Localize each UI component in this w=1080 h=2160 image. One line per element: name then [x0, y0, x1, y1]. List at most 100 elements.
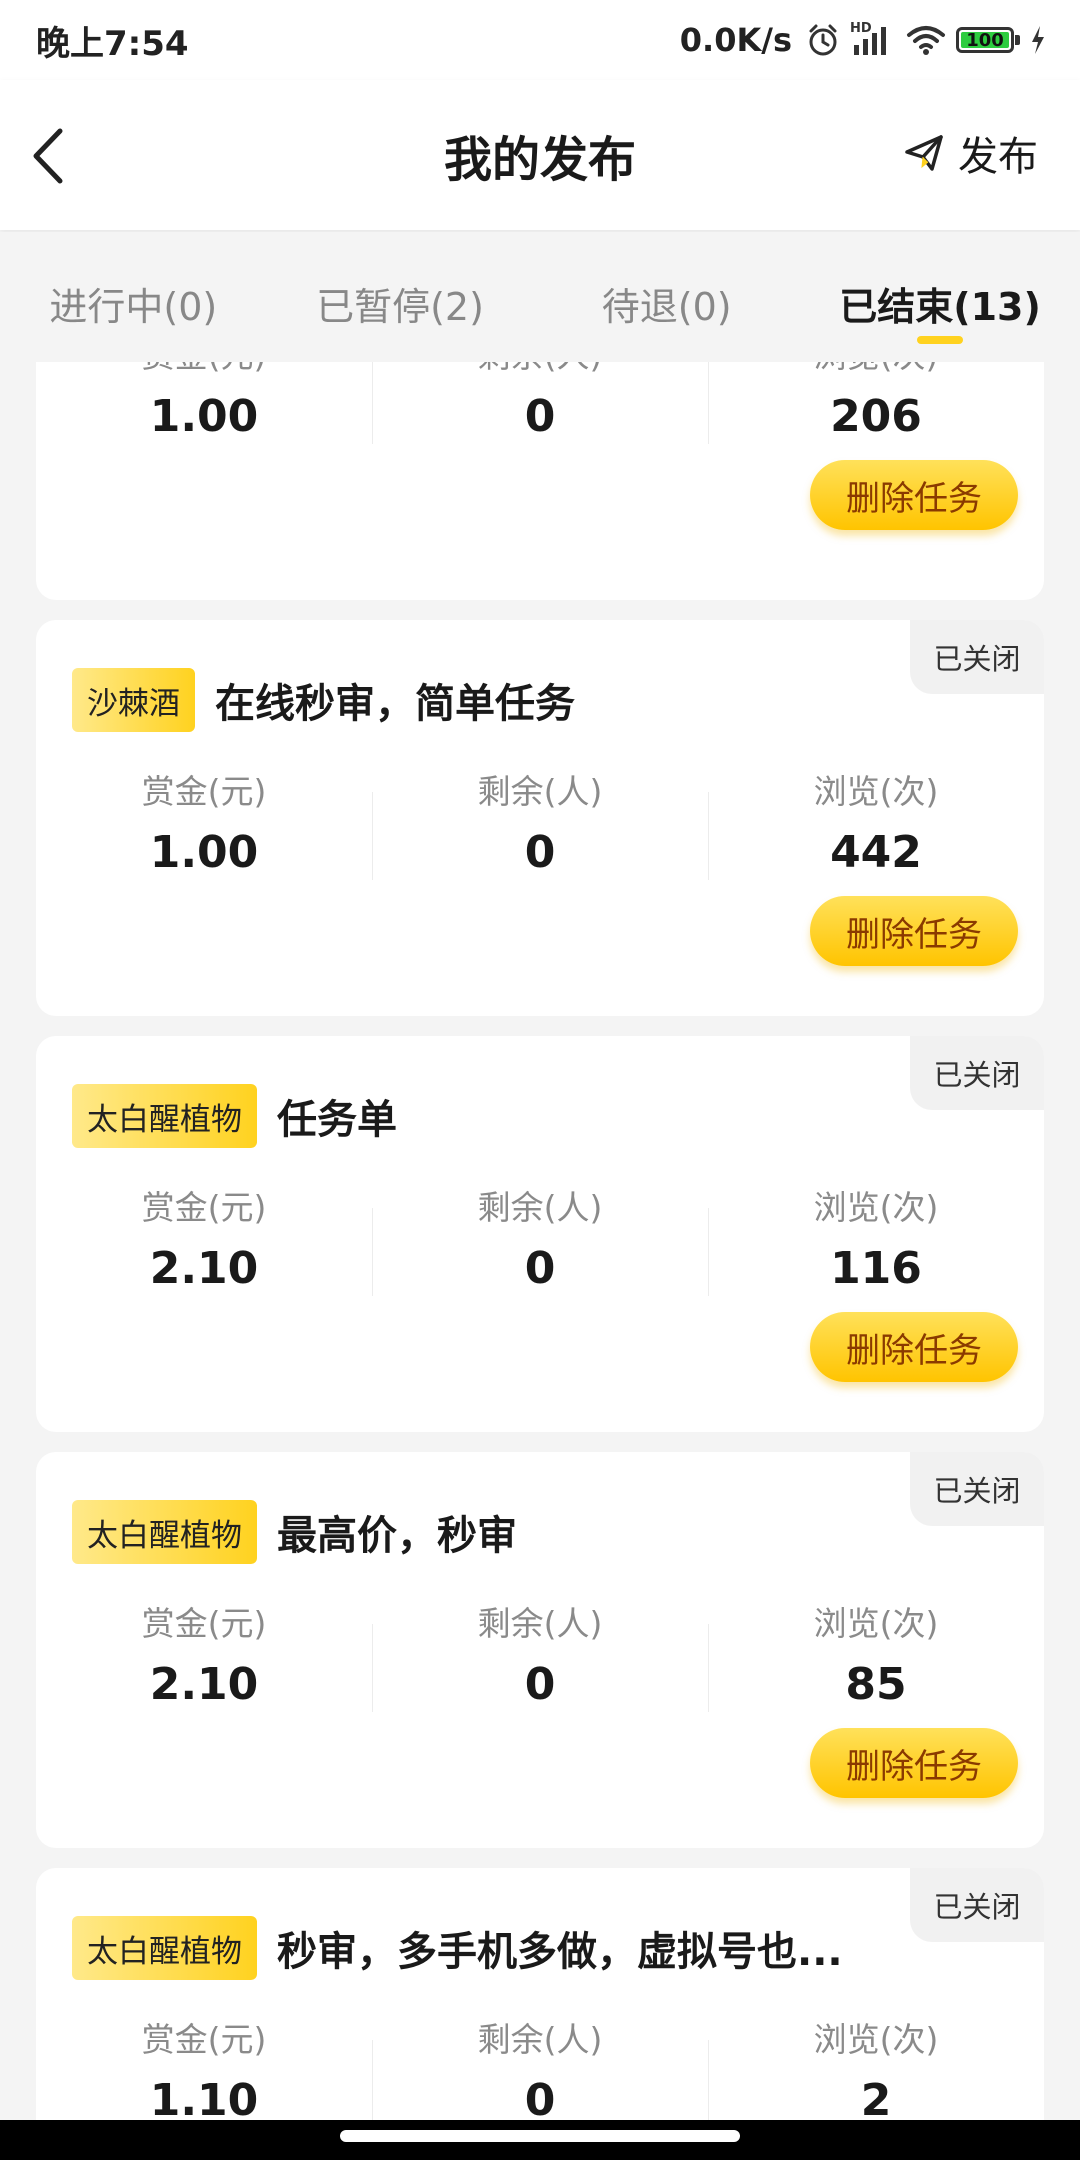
stat-label: 浏览(次): [813, 772, 939, 811]
stat-label: 赏金(元): [141, 2020, 267, 2059]
wifi-icon: [907, 26, 945, 55]
task-stats: 赏金(元) 1.00 剩余(人) 0 浏览(次) 442: [36, 770, 1044, 900]
views-value: 206: [830, 391, 922, 442]
status-tabs: 进行中(0) 已暂停(2) 待退(0) 已结束(13): [0, 232, 1080, 362]
views-value: 85: [845, 1659, 907, 1710]
stat-label: 剩余(人): [477, 772, 603, 811]
active-tab-indicator: [917, 336, 964, 344]
task-header: 太白醒植物 秒审，多手机多做，虚拟号也...: [72, 1916, 843, 1980]
stat-views: 浏览(次) 2: [708, 2018, 1044, 2120]
views-value: 442: [830, 827, 922, 878]
publish-button[interactable]: 发布: [904, 124, 1038, 182]
task-stats: 赏金(元) 2.10 剩余(人) 0 浏览(次) 116: [36, 1186, 1044, 1316]
reward-value: 1.00: [149, 827, 259, 878]
network-speed: 0.0K/s: [679, 21, 792, 59]
stat-remaining: 剩余(人) 0: [372, 770, 708, 900]
stat-views: 浏览(次) 85: [708, 1602, 1044, 1732]
reward-value: 2.10: [149, 1659, 259, 1710]
stat-remaining: 剩余(人) 0: [372, 362, 708, 464]
stat-label: 剩余(人): [477, 2020, 603, 2059]
home-indicator[interactable]: [340, 2130, 740, 2142]
stat-views: 浏览(次) 442: [708, 770, 1044, 900]
stat-label: 剩余(人): [372, 362, 708, 378]
status-right: 0.0K/s HD 100: [680, 21, 1046, 59]
brand-tag: 太白醒植物: [72, 1916, 257, 1980]
paper-plane-icon: [905, 135, 943, 171]
status-badge: 已关闭: [910, 1868, 1044, 1942]
stat-reward: 赏金(元) 1.10: [36, 2018, 372, 2120]
brand-tag: 太白醒植物: [72, 1500, 257, 1564]
task-list[interactable]: 赏金(元) 1.00 剩余(人) 0 浏览(次) 206 删除任务 已关闭 沙棘…: [0, 362, 1080, 2120]
delete-task-button[interactable]: 删除任务: [810, 460, 1018, 530]
charging-icon: [1032, 26, 1044, 54]
tab-pending-refund[interactable]: 待退(0): [533, 232, 800, 362]
delete-task-button[interactable]: 删除任务: [810, 1312, 1018, 1382]
tab-label: 进行中(0): [49, 285, 218, 329]
battery-icon: 100: [956, 27, 1020, 53]
stat-label: 浏览(次): [813, 1604, 939, 1643]
tab-ended[interactable]: 已结束(13): [800, 232, 1080, 362]
task-title: 任务单: [277, 1097, 397, 1143]
stat-label: 浏览(次): [708, 362, 1044, 378]
stat-reward: 赏金(元) 1.00: [36, 362, 372, 464]
task-card[interactable]: 赏金(元) 1.00 剩余(人) 0 浏览(次) 206 删除任务: [36, 362, 1044, 600]
task-card[interactable]: 已关闭 太白醒植物 任务单 赏金(元) 2.10 剩余(人) 0 浏览(次) 1…: [36, 1036, 1044, 1432]
task-header: 沙棘酒 在线秒审，简单任务: [72, 668, 575, 732]
stat-remaining: 剩余(人) 0: [372, 2018, 708, 2120]
stat-label: 浏览(次): [813, 1188, 939, 1227]
stat-remaining: 剩余(人) 0: [372, 1186, 708, 1316]
stat-label: 赏金(元): [141, 1188, 267, 1227]
status-time: 晚上7:54: [36, 23, 189, 64]
status-badge: 已关闭: [910, 1036, 1044, 1110]
task-stats: 赏金(元) 2.10 剩余(人) 0 浏览(次) 85: [36, 1602, 1044, 1732]
stat-views: 浏览(次) 206: [708, 362, 1044, 464]
stat-label: 剩余(人): [477, 1604, 603, 1643]
status-bar: 晚上7:54 0.0K/s HD 100: [0, 0, 1080, 80]
tab-label: 待退(0): [601, 285, 732, 329]
brand-tag: 太白醒植物: [72, 1084, 257, 1148]
stat-label: 赏金(元): [141, 772, 267, 811]
remaining-value: 0: [524, 1659, 556, 1710]
hd-signal-icon: HD: [850, 21, 896, 57]
brand-tag: 沙棘酒: [72, 668, 195, 732]
task-card[interactable]: 已关闭 太白醒植物 秒审，多手机多做，虚拟号也... 赏金(元) 1.10 剩余…: [36, 1868, 1044, 2120]
stat-remaining: 剩余(人) 0: [372, 1602, 708, 1732]
stat-label: 赏金(元): [36, 362, 372, 378]
views-value: 116: [830, 1243, 922, 1294]
status-icons: HD 100: [806, 21, 1046, 57]
views-value: 2: [860, 2075, 892, 2121]
stat-label: 剩余(人): [477, 1188, 603, 1227]
reward-value: 1.10: [149, 2075, 259, 2121]
stat-label: 赏金(元): [141, 1604, 267, 1643]
task-title: 在线秒审，简单任务: [215, 681, 575, 727]
task-card[interactable]: 已关闭 沙棘酒 在线秒审，简单任务 赏金(元) 1.00 剩余(人) 0 浏览(…: [36, 620, 1044, 1016]
tab-paused[interactable]: 已暂停(2): [267, 232, 534, 362]
task-stats: 赏金(元) 1.00 剩余(人) 0 浏览(次) 206: [36, 362, 1044, 464]
stat-reward: 赏金(元) 1.00: [36, 770, 372, 900]
task-header: 太白醒植物 任务单: [72, 1084, 397, 1148]
remaining-value: 0: [524, 2075, 556, 2121]
tab-label: 已暂停(2): [316, 285, 484, 329]
publish-label: 发布: [958, 134, 1038, 180]
remaining-value: 0: [524, 391, 556, 442]
status-badge: 已关闭: [910, 1452, 1044, 1526]
task-card[interactable]: 已关闭 太白醒植物 最高价，秒审 赏金(元) 2.10 剩余(人) 0 浏览(次…: [36, 1452, 1044, 1848]
reward-value: 2.10: [149, 1243, 259, 1294]
task-stats: 赏金(元) 1.10 剩余(人) 0 浏览(次) 2: [36, 2018, 1044, 2120]
status-badge: 已关闭: [910, 620, 1044, 694]
stat-label: 浏览(次): [813, 2020, 939, 2059]
stat-views: 浏览(次) 116: [708, 1186, 1044, 1316]
task-title: 最高价，秒审: [277, 1513, 517, 1559]
stat-reward: 赏金(元) 2.10: [36, 1186, 372, 1316]
header: 我的发布 发布: [0, 80, 1080, 230]
stat-reward: 赏金(元) 2.10: [36, 1602, 372, 1732]
battery-level: 100: [966, 29, 1004, 51]
task-header: 太白醒植物 最高价，秒审: [72, 1500, 517, 1564]
alarm-icon: [809, 24, 837, 56]
remaining-value: 0: [524, 1243, 556, 1294]
tab-label: 已结束(13): [839, 285, 1041, 329]
delete-task-button[interactable]: 删除任务: [810, 1728, 1018, 1798]
delete-task-button[interactable]: 删除任务: [810, 896, 1018, 966]
remaining-value: 0: [524, 827, 556, 878]
tab-in-progress[interactable]: 进行中(0): [0, 232, 267, 362]
